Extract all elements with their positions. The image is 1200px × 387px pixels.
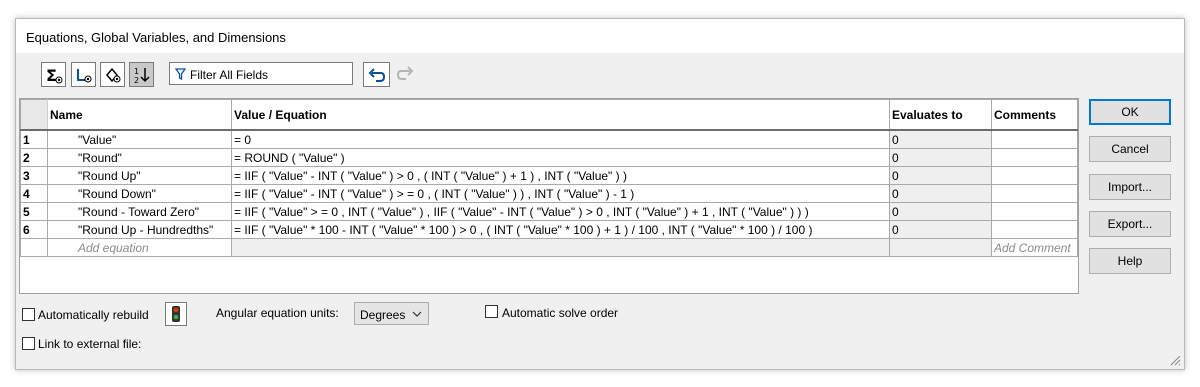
corner-cell (20, 99, 48, 131)
add-comment-input[interactable]: Add Comment (991, 238, 1078, 257)
evaluates-to: 0 (889, 129, 992, 149)
equation-name[interactable]: "Value" (47, 129, 232, 149)
comment-cell[interactable] (991, 220, 1078, 239)
evaluates-to: 0 (889, 166, 992, 185)
table-row[interactable]: 5 "Round - Toward Zero" = IIF ( "Value" … (20, 202, 1078, 221)
dialog-title: Equations, Global Variables, and Dimensi… (26, 30, 286, 45)
angular-units-label: Angular equation units: (216, 306, 339, 320)
ordered-view-button[interactable]: 12 (129, 62, 154, 87)
undo-button[interactable] (363, 62, 390, 87)
row-number: 5 (20, 202, 48, 221)
svg-text:1: 1 (134, 67, 139, 76)
undo-icon (368, 67, 385, 82)
row-number: 2 (20, 148, 48, 167)
cancel-button[interactable]: Cancel (1089, 136, 1171, 162)
table-row[interactable]: 3 "Round Up" = IIF ( "Value" - INT ( "Va… (20, 166, 1078, 185)
title-bar: Equations, Global Variables, and Dimensi… (16, 19, 1184, 53)
add-equation-value (231, 238, 890, 257)
equation-value[interactable]: = IIF ( "Value" > = 0 , INT ( "Value" ) … (231, 202, 890, 221)
redo-button[interactable] (396, 65, 418, 85)
filter-field[interactable]: Filter All Fields (169, 62, 353, 85)
ordered-view-icon: 12 (134, 67, 150, 85)
equation-value[interactable]: = IIF ( "Value" - INT ( "Value" ) > 0 , … (231, 166, 890, 185)
table-row[interactable]: 6 "Round Up - Hundredths" = IIF ( "Value… (20, 220, 1078, 239)
evaluates-to: 0 (889, 220, 992, 239)
table-row[interactable]: 4 "Round Down" = IIF ( "Value" - INT ( "… (20, 184, 1078, 203)
table-row[interactable]: 2 "Round" = ROUND ( "Value" ) 0 (20, 148, 1078, 167)
column-header-name[interactable]: Name (47, 99, 232, 131)
equation-value[interactable]: = 0 (231, 129, 890, 149)
add-equation-row[interactable]: Add equation Add Comment (20, 238, 1078, 257)
chevron-down-icon (412, 311, 422, 317)
evaluates-to: 0 (889, 202, 992, 221)
auto-rebuild-label: Automatically rebuild (38, 308, 149, 322)
auto-solve-label: Automatic solve order (502, 306, 619, 320)
row-number (20, 238, 48, 257)
equation-name[interactable]: "Round" (47, 148, 232, 167)
dimension-view-icon (105, 67, 120, 82)
equation-view-icon: Σ (46, 66, 62, 85)
comment-cell[interactable] (991, 202, 1078, 221)
table-header: Name Value / Equation Evaluates to Comme… (20, 99, 1078, 131)
export-button[interactable]: Export... (1089, 211, 1171, 237)
dimension-view-button[interactable] (100, 62, 125, 87)
column-header-value[interactable]: Value / Equation (231, 99, 890, 131)
column-header-evaluates[interactable]: Evaluates to (889, 99, 992, 131)
filter-placeholder: Filter All Fields (190, 68, 269, 82)
equation-name[interactable]: "Round Up" (47, 166, 232, 185)
import-button[interactable]: Import... (1089, 174, 1171, 200)
row-number: 3 (20, 166, 48, 185)
add-equation-evaluates (889, 238, 992, 257)
svg-text:2: 2 (134, 76, 139, 85)
angular-units-select[interactable]: Degrees (354, 302, 429, 325)
sketch-equation-view-button[interactable] (71, 62, 96, 87)
equations-dialog: Equations, Global Variables, and Dimensi… (15, 18, 1185, 370)
rebuild-button[interactable] (165, 302, 187, 326)
comment-cell[interactable] (991, 184, 1078, 203)
link-external-checkbox[interactable] (22, 337, 35, 350)
comment-cell[interactable] (991, 129, 1078, 149)
comment-cell[interactable] (991, 166, 1078, 185)
add-equation-input[interactable]: Add equation (47, 238, 232, 257)
row-number: 6 (20, 220, 48, 239)
equations-table: Name Value / Equation Evaluates to Comme… (19, 98, 1079, 294)
table-row[interactable]: 1 "Value" = 0 0 (20, 129, 1078, 149)
row-number: 4 (20, 184, 48, 203)
filter-icon (175, 68, 186, 80)
evaluates-to: 0 (889, 184, 992, 203)
angular-units-value: Degrees (360, 308, 406, 322)
comment-cell[interactable] (991, 148, 1078, 167)
equation-value[interactable]: = ROUND ( "Value" ) (231, 148, 890, 167)
help-button[interactable]: Help (1089, 248, 1171, 274)
equation-name[interactable]: "Round Down" (47, 184, 232, 203)
sketch-equation-view-icon (76, 68, 91, 82)
equation-name[interactable]: "Round - Toward Zero" (47, 202, 232, 221)
evaluates-to: 0 (889, 148, 992, 167)
equation-value[interactable]: = IIF ( "Value" * 100 - INT ( "Value" * … (231, 220, 890, 239)
auto-rebuild-checkbox[interactable] (22, 308, 35, 321)
redo-icon (396, 66, 414, 80)
svg-text:Σ: Σ (46, 66, 57, 85)
equation-value[interactable]: = IIF ( "Value" - INT ( "Value" ) > = 0 … (231, 184, 890, 203)
traffic-light-icon (172, 306, 180, 322)
equation-name[interactable]: "Round Up - Hundredths" (47, 220, 232, 239)
link-external-label: Link to external file: (38, 337, 142, 351)
equation-view-button[interactable]: Σ (41, 62, 66, 87)
ok-button[interactable]: OK (1089, 99, 1171, 125)
resize-grip-icon[interactable] (1170, 355, 1181, 366)
column-header-comments[interactable]: Comments (991, 99, 1078, 131)
row-number: 1 (20, 129, 48, 149)
auto-solve-checkbox[interactable] (485, 305, 498, 318)
